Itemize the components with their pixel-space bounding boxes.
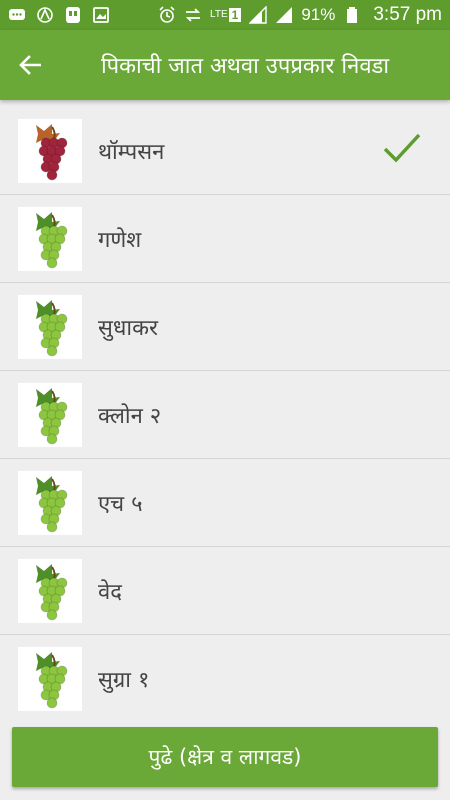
green-grapes-icon	[36, 475, 68, 532]
variety-label: गणेश	[98, 227, 142, 253]
app-notification-icon	[37, 7, 53, 23]
status-bar: LTE 1 91% 3:57 pm	[0, 0, 450, 30]
green-grapes-icon	[36, 211, 68, 268]
green-grapes-icon	[36, 563, 68, 620]
green-grapes-icon	[36, 387, 68, 444]
checkmark-icon	[383, 133, 421, 163]
variety-thumbnail	[18, 206, 82, 271]
gallery-icon	[93, 7, 109, 23]
signal-strength-icon-2	[276, 7, 293, 23]
variety-item[interactable]: सुधाकर	[0, 283, 450, 371]
variety-thumbnail	[18, 118, 82, 183]
signal-strength-icon	[249, 6, 268, 24]
variety-label: थॉम्पसन	[98, 139, 165, 165]
green-grapes-icon	[36, 651, 68, 708]
variety-label: सुग्रा १	[98, 667, 150, 693]
variety-label: वेद	[98, 579, 122, 605]
clock: 3:57 pm	[373, 4, 442, 25]
lte-indicator: LTE 1	[210, 8, 242, 22]
variety-thumbnail	[18, 294, 82, 359]
variety-label: सुधाकर	[98, 315, 158, 341]
data-sync-icon	[185, 8, 201, 22]
back-arrow-icon	[19, 55, 41, 75]
green-grapes-icon	[36, 299, 68, 356]
next-button[interactable]: पुढे (क्षेत्र व लागवड)	[12, 727, 438, 787]
variety-item[interactable]: गणेश	[0, 195, 450, 283]
red-grapes-icon	[36, 123, 68, 180]
variety-item[interactable]: सुग्रा १	[0, 635, 450, 712]
variety-list[interactable]: थॉम्पसन गणेश सुधाकर क्लोन २ एच ५ वेद सुग्रा १	[0, 107, 450, 712]
variety-thumbnail	[18, 470, 82, 535]
page-title: पिकाची जात अथवा उपप्रकार निवडा	[100, 54, 390, 79]
variety-thumbnail	[18, 558, 82, 623]
battery-icon	[347, 7, 358, 23]
hangouts-icon	[66, 7, 80, 23]
variety-item[interactable]: क्लोन २	[0, 371, 450, 459]
network-type-label: LTE	[210, 9, 228, 20]
variety-item[interactable]: वेद	[0, 547, 450, 635]
variety-thumbnail	[18, 382, 82, 447]
variety-item[interactable]: एच ५	[0, 459, 450, 547]
variety-thumbnail	[18, 646, 82, 711]
variety-label: एच ५	[98, 491, 143, 517]
alarm-icon	[159, 6, 175, 23]
sim-slot-badge: 1	[228, 8, 242, 22]
message-icon	[9, 9, 25, 20]
variety-item[interactable]: थॉम्पसन	[0, 107, 450, 195]
variety-label: क्लोन २	[98, 403, 162, 429]
battery-percentage: 91%	[301, 5, 336, 24]
app-bar: पिकाची जात अथवा उपप्रकार निवडा	[0, 30, 450, 100]
back-button[interactable]	[0, 30, 60, 100]
